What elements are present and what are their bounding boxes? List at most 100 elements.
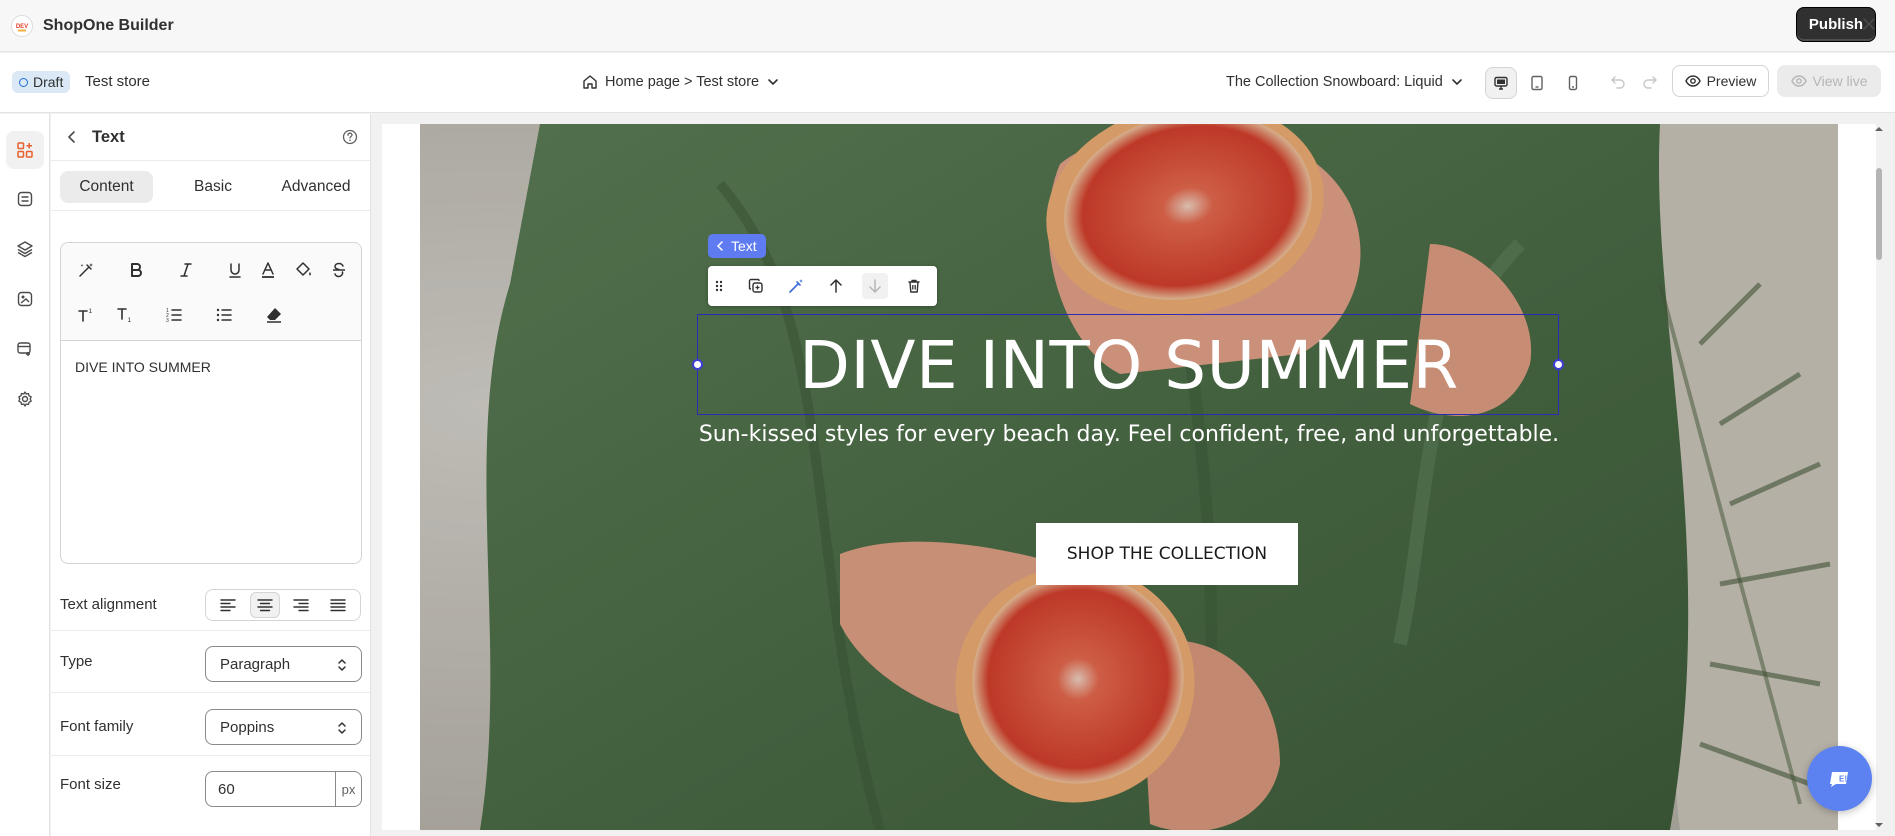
page-selector-label: Home page > Test store xyxy=(605,74,760,90)
help-button[interactable] xyxy=(340,127,360,147)
hero-subheading[interactable]: Sun-kissed styles for every beach day. F… xyxy=(638,422,1620,447)
page-selector[interactable]: Home page > Test store xyxy=(582,69,780,95)
bold-button[interactable] xyxy=(121,255,151,285)
italic-icon xyxy=(180,263,192,277)
close-icon[interactable] xyxy=(1858,13,1880,35)
layers-icon xyxy=(17,241,33,258)
rail-layout-button[interactable] xyxy=(6,180,44,218)
undo-button[interactable] xyxy=(1607,71,1629,93)
underline-button[interactable] xyxy=(220,255,250,285)
desktop-view-button[interactable] xyxy=(1485,67,1517,99)
app-header: DEV ShopOne Builder Publish xyxy=(0,0,1895,52)
arrow-up-icon xyxy=(830,279,842,293)
move-down-button[interactable] xyxy=(862,273,888,299)
status-badge-label: Draft xyxy=(33,74,64,90)
type-row: Type Paragraph xyxy=(51,631,370,693)
highlight-button[interactable] xyxy=(289,255,319,285)
magic-format-button[interactable] xyxy=(71,255,101,285)
text-alignment-group xyxy=(205,589,361,621)
ordered-list-icon: 123 xyxy=(166,308,182,324)
eraser-icon xyxy=(267,308,281,323)
svg-text:1: 1 xyxy=(128,317,132,324)
preview-button[interactable]: Preview xyxy=(1672,65,1769,97)
strikethrough-icon xyxy=(333,262,345,278)
tab-content[interactable]: Content xyxy=(60,171,153,203)
hero-background-image xyxy=(420,124,1838,830)
canvas-scrollbar[interactable] xyxy=(1872,124,1886,830)
type-label: Type xyxy=(60,653,93,670)
clear-format-button[interactable] xyxy=(259,300,289,330)
rail-settings-button[interactable] xyxy=(6,380,44,418)
paint-bucket-icon xyxy=(296,262,311,276)
drag-handle[interactable] xyxy=(711,273,727,299)
editor-content[interactable]: DIVE INTO SUMMER xyxy=(75,359,211,375)
resize-handle-right[interactable] xyxy=(1553,359,1564,370)
rail-sections-button[interactable] xyxy=(6,131,44,169)
svg-text:3: 3 xyxy=(166,318,169,324)
rich-text-toolbar: 1 1 123 xyxy=(61,243,361,341)
settings-panel: Text Content Basic Advanced 1 1 1 2 3 DI… xyxy=(51,114,371,836)
superscript-button[interactable]: 1 xyxy=(71,300,101,330)
align-justify-button[interactable] xyxy=(323,592,353,618)
align-left-icon xyxy=(220,599,236,612)
app-logo: DEV xyxy=(11,14,33,37)
resize-handle-left[interactable] xyxy=(692,359,703,370)
tablet-icon xyxy=(1531,75,1543,91)
selection-tag[interactable]: Text xyxy=(708,234,766,258)
rail-layers-button[interactable] xyxy=(6,230,44,268)
chat-support-button[interactable]: E! xyxy=(1807,746,1872,811)
text-alignment-row: Text alignment xyxy=(51,579,370,631)
font-family-select-value: Poppins xyxy=(220,718,275,736)
align-center-button[interactable] xyxy=(249,592,280,618)
back-button[interactable] xyxy=(61,126,83,148)
template-selector[interactable]: The Collection Snowboard: Liquid xyxy=(1226,69,1464,95)
tab-advanced[interactable]: Advanced xyxy=(267,171,365,203)
delete-button[interactable] xyxy=(901,273,927,299)
text-color-button[interactable] xyxy=(253,255,283,285)
font-size-value[interactable]: 60 xyxy=(206,772,335,806)
view-live-button[interactable]: View live xyxy=(1777,65,1881,97)
templates-icon xyxy=(17,342,31,356)
magic-edit-button[interactable] xyxy=(783,273,809,299)
element-toolbar xyxy=(708,266,937,306)
rail-templates-button[interactable] xyxy=(6,330,44,368)
subscript-button[interactable]: 1 xyxy=(110,300,140,330)
svg-text:DEV: DEV xyxy=(16,24,28,30)
strikethrough-button[interactable] xyxy=(324,255,354,285)
svg-text:E!: E! xyxy=(1839,774,1847,783)
panel-title: Text xyxy=(92,128,125,146)
selection-tag-label: Text xyxy=(731,238,757,254)
magic-wand-icon xyxy=(79,263,93,277)
shop-collection-button[interactable]: SHOP THE COLLECTION xyxy=(1036,523,1298,585)
align-right-button[interactable] xyxy=(286,592,316,618)
font-family-select[interactable]: Poppins xyxy=(205,709,362,745)
eye-icon xyxy=(1684,75,1701,87)
selection-outline xyxy=(692,314,1564,415)
panel-header: Text xyxy=(51,114,370,161)
bullet-list-icon xyxy=(216,308,232,322)
assets-icon xyxy=(17,291,33,307)
redo-icon xyxy=(1643,76,1657,89)
tab-basic[interactable]: Basic xyxy=(168,171,258,203)
layout-icon xyxy=(17,191,33,207)
redo-button[interactable] xyxy=(1639,71,1661,93)
ordered-list-button[interactable]: 123 xyxy=(159,300,189,330)
duplicate-button[interactable] xyxy=(743,273,769,299)
font-size-input[interactable]: 60 px xyxy=(205,771,362,807)
scroll-thumb[interactable] xyxy=(1876,168,1882,260)
select-chevron-icon xyxy=(338,722,346,734)
mobile-view-button[interactable] xyxy=(1557,67,1589,99)
scroll-down-icon xyxy=(1875,823,1883,827)
italic-button[interactable] xyxy=(171,255,201,285)
tablet-view-button[interactable] xyxy=(1521,67,1553,99)
preview-canvas: DIVE INTO SUMMER Sun-kissed styles for e… xyxy=(372,114,1895,836)
store-name: Test store xyxy=(85,73,151,90)
rich-text-editor: 1 1 123 DIVE INTO SUMMER xyxy=(60,242,362,564)
type-select[interactable]: Paragraph xyxy=(205,646,362,682)
rail-assets-button[interactable] xyxy=(6,280,44,318)
bullet-list-button[interactable] xyxy=(209,300,239,330)
align-left-button[interactable] xyxy=(213,592,243,618)
select-chevron-icon xyxy=(338,659,346,671)
align-center-icon xyxy=(257,599,273,612)
move-up-button[interactable] xyxy=(823,273,849,299)
